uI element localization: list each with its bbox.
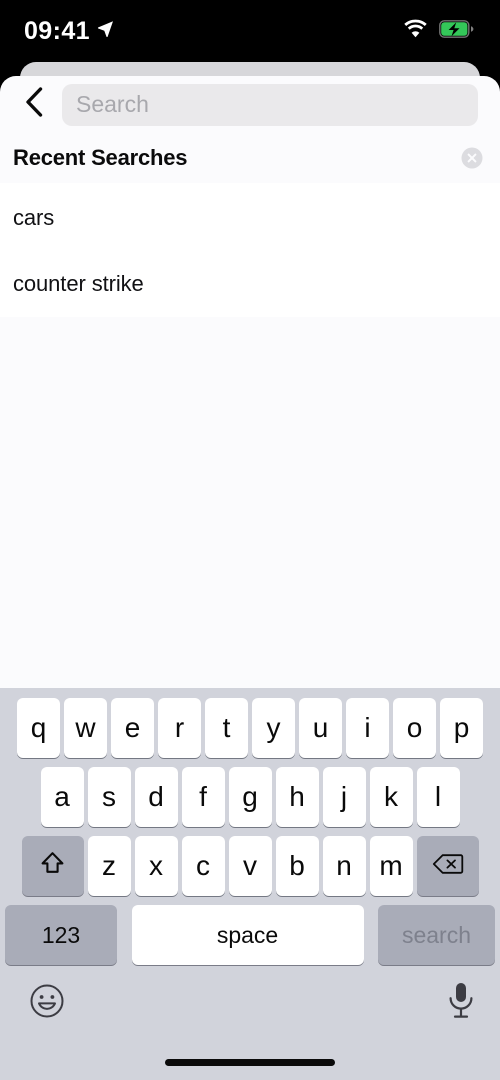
- shift-arrow-icon: [39, 850, 66, 882]
- key-h[interactable]: h: [275, 767, 319, 827]
- key-l[interactable]: l: [416, 767, 460, 827]
- key-v[interactable]: v: [228, 836, 272, 896]
- key-t[interactable]: t: [205, 698, 248, 758]
- back-button[interactable]: [18, 87, 50, 123]
- keyboard-row-1: q w e r t y u i o p: [0, 688, 500, 758]
- key-q[interactable]: q: [17, 698, 60, 758]
- numbers-key[interactable]: 123: [5, 905, 117, 965]
- recent-searches-header: Recent Searches: [0, 133, 500, 183]
- microphone-icon[interactable]: [446, 981, 476, 1021]
- key-c[interactable]: c: [181, 836, 225, 896]
- key-m[interactable]: m: [369, 836, 413, 896]
- keyboard-row-3: z x c v b n m: [0, 827, 500, 896]
- phone-screen: 09:41 Search Recent Searches cars counte…: [0, 0, 500, 1080]
- recent-searches-list: cars counter strike: [0, 183, 500, 317]
- clear-circle-icon[interactable]: [458, 144, 486, 172]
- search-return-key[interactable]: search: [378, 905, 495, 965]
- status-bar: 09:41: [0, 0, 500, 62]
- keyboard-row-4: 123 space search: [0, 896, 500, 965]
- key-a[interactable]: a: [40, 767, 84, 827]
- chevron-left-icon: [25, 87, 44, 122]
- battery-charging-icon: [439, 19, 474, 43]
- key-j[interactable]: j: [322, 767, 366, 827]
- key-o[interactable]: o: [393, 698, 436, 758]
- smiley-face-icon[interactable]: [28, 982, 66, 1020]
- location-arrow-icon: [97, 20, 114, 42]
- key-e[interactable]: e: [111, 698, 154, 758]
- key-b[interactable]: b: [275, 836, 319, 896]
- key-n[interactable]: n: [322, 836, 366, 896]
- wifi-icon: [403, 19, 428, 43]
- keyboard-row-2: a s d f g h j k l: [0, 758, 500, 827]
- key-u[interactable]: u: [299, 698, 342, 758]
- keyboard-bottom-row: [0, 965, 500, 1021]
- key-d[interactable]: d: [134, 767, 178, 827]
- key-z[interactable]: z: [87, 836, 131, 896]
- list-item[interactable]: cars: [0, 185, 500, 251]
- home-indicator[interactable]: [165, 1059, 335, 1066]
- search-input[interactable]: Search: [62, 83, 478, 126]
- search-header: Search: [0, 76, 500, 133]
- recent-search-label: counter strike: [13, 271, 144, 296]
- key-y[interactable]: y: [252, 698, 295, 758]
- key-i[interactable]: i: [346, 698, 389, 758]
- key-x[interactable]: x: [134, 836, 178, 896]
- status-bar-time: 09:41: [24, 16, 90, 45]
- shift-key[interactable]: [21, 836, 84, 896]
- key-p[interactable]: p: [440, 698, 483, 758]
- backspace-delete-icon: [432, 852, 464, 881]
- key-r[interactable]: r: [158, 698, 201, 758]
- key-k[interactable]: k: [369, 767, 413, 827]
- on-screen-keyboard: q w e r t y u i o p a s d f g h j k l z …: [0, 688, 500, 1080]
- key-f[interactable]: f: [181, 767, 225, 827]
- recent-search-label: cars: [13, 205, 55, 230]
- status-bar-left: 09:41: [24, 16, 114, 45]
- space-key[interactable]: space: [131, 905, 364, 965]
- key-g[interactable]: g: [228, 767, 272, 827]
- empty-space: [0, 317, 500, 681]
- key-w[interactable]: w: [64, 698, 107, 758]
- recent-searches-title: Recent Searches: [13, 145, 188, 170]
- key-s[interactable]: s: [87, 767, 131, 827]
- search-input-placeholder: Search: [76, 91, 149, 117]
- list-item[interactable]: counter strike: [0, 251, 500, 317]
- status-bar-right: [403, 19, 474, 43]
- backspace-key[interactable]: [416, 836, 479, 896]
